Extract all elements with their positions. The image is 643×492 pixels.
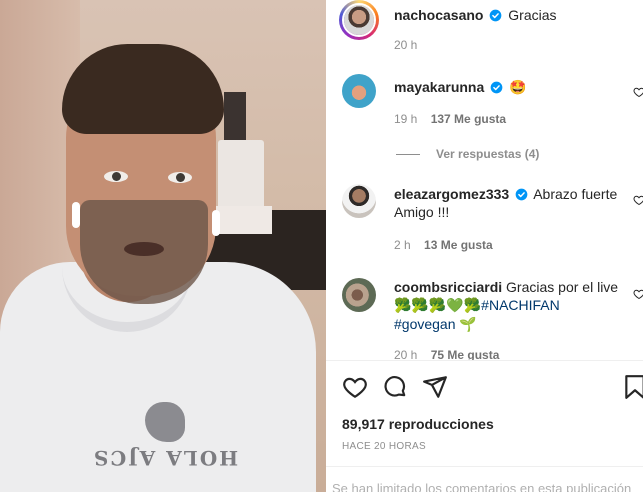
comment-username[interactable]: mayakarunna: [394, 79, 484, 95]
verified-badge-icon: [515, 188, 528, 201]
commenter-avatar[interactable]: [342, 184, 376, 218]
action-bar: [342, 374, 643, 400]
comment-username[interactable]: eleazargomez333: [394, 186, 509, 202]
shirt-print: HOLA AJCS: [90, 402, 240, 470]
view-replies-label: Ver respuestas (4): [436, 147, 540, 161]
comment-body: 🤩: [509, 80, 527, 96]
hashtag-link[interactable]: #govegan: [394, 316, 456, 332]
replies-line: [396, 154, 420, 156]
section-divider: [326, 360, 643, 361]
verified-badge-icon: [490, 81, 503, 94]
comment-time: 2 h: [394, 238, 411, 252]
heart-icon[interactable]: [633, 86, 643, 98]
earbud-right: [212, 210, 220, 236]
video-player[interactable]: HOLA AJCS: [0, 0, 326, 492]
shirt-print-text: HOLA AJCS: [91, 446, 239, 470]
view-replies-button[interactable]: Ver respuestas (4): [396, 147, 539, 161]
heart-icon[interactable]: [633, 288, 643, 300]
comment-likes[interactable]: 137 Me gusta: [431, 112, 506, 126]
comment-text: eleazargomez333 Abrazo fuerte Amigo !!!: [394, 185, 637, 221]
comment-icon[interactable]: [382, 374, 408, 400]
comment-username[interactable]: coombsricciardi: [394, 279, 502, 295]
caption-body: Gracias: [508, 7, 557, 23]
comment-text: mayakarunna 🤩: [394, 78, 637, 97]
comment-item: coombsricciardi Gracias por el live 🥦🥦🥦💚…: [326, 276, 643, 360]
share-icon[interactable]: [422, 374, 448, 400]
comment-time: 19 h: [394, 112, 418, 126]
commenter-avatar[interactable]: [342, 74, 376, 108]
views-count[interactable]: 89,917 reproducciones: [342, 416, 494, 432]
comment-meta: 20 h 75 Me gusta: [394, 348, 499, 360]
background-device: [218, 140, 264, 210]
background-box: [212, 206, 272, 234]
hashtag-link[interactable]: #NACHIFAN: [481, 297, 560, 313]
heart-icon[interactable]: [633, 194, 643, 206]
section-divider: [326, 466, 643, 467]
caption-text: nachocasano Gracias: [394, 6, 637, 24]
bookmark-icon[interactable]: [622, 374, 643, 400]
person-mouth: [124, 242, 164, 256]
background-object: [224, 92, 246, 142]
shirt-print-art: [145, 402, 185, 442]
post-caption: nachocasano Gracias 20 h: [326, 0, 643, 60]
heart-icon[interactable]: [342, 374, 368, 400]
comment-time: 20 h: [394, 348, 418, 360]
comment-meta: 19 h 137 Me gusta: [394, 112, 506, 126]
comments-panel: nachocasano Gracias 20 h mayakarunna 🤩 1…: [326, 0, 643, 492]
person-eye-left: [104, 171, 128, 182]
comment-meta: 2 h 13 Me gusta: [394, 238, 493, 252]
person-eye-right: [168, 172, 192, 183]
author-username[interactable]: nachocasano: [394, 7, 483, 23]
comments-limited-notice: Se han limitado los comentarios en esta …: [332, 481, 632, 492]
person-hair: [62, 44, 224, 134]
caption-time: 20 h: [394, 38, 418, 52]
commenter-avatar[interactable]: [342, 278, 376, 312]
comment-emojis: 🥦🥦🥦💚🥦: [394, 298, 482, 314]
comment-emoji: 🌱: [459, 317, 477, 333]
comment-text: coombsricciardi Gracias por el live 🥦🥦🥦💚…: [394, 278, 637, 334]
comment-likes[interactable]: 75 Me gusta: [431, 348, 500, 360]
comment-item: mayakarunna 🤩 19 h 137 Me gusta: [326, 74, 643, 154]
comment-likes[interactable]: 13 Me gusta: [424, 238, 493, 252]
verified-badge-icon: [490, 9, 502, 22]
comment-item: eleazargomez333 Abrazo fuerte Amigo !!! …: [326, 184, 643, 258]
comment-body: Gracias por el live: [506, 279, 619, 295]
author-avatar[interactable]: [339, 0, 379, 40]
post-timestamp: HACE 20 HORAS: [342, 441, 426, 452]
earbud-left: [72, 202, 80, 228]
